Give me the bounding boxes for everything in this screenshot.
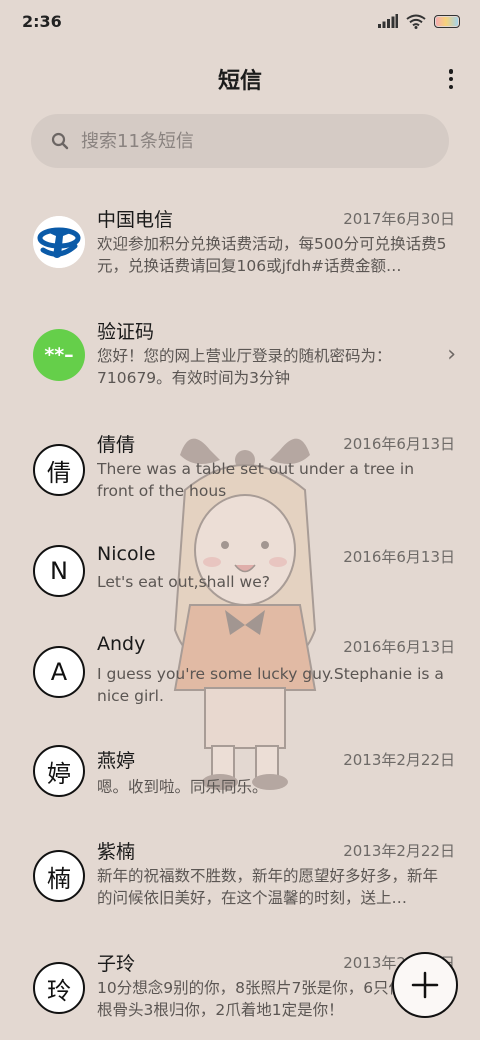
verification-code-avatar: **–: [33, 329, 85, 381]
signal-icon: [378, 14, 398, 28]
message-sender: Andy: [97, 633, 146, 655]
status-time: 2:36: [22, 11, 62, 31]
message-sender: 中国电信: [97, 209, 174, 231]
status-icons: [378, 14, 460, 29]
message-preview: 您好！您的网上营业厅登录的随机密码为：710679。有效时间为3分钟: [97, 347, 392, 387]
avatar: 婷: [33, 745, 85, 797]
wifi-icon: [406, 14, 426, 29]
new-message-button[interactable]: [392, 952, 458, 1018]
message-sender: 倩倩: [97, 434, 136, 456]
message-item[interactable]: A Andy 2016年6月13日 I guess you're some lu…: [0, 618, 480, 730]
message-date: 2013年2月22日: [343, 842, 455, 860]
message-sender: Nicole: [97, 543, 156, 565]
message-item[interactable]: **– 验证码 › 您好！您的网上营业厅登录的随机密码为：710679。有效时间…: [0, 302, 480, 414]
china-telecom-logo-icon: [33, 216, 85, 268]
message-date: 2017年6月30日: [343, 210, 455, 228]
message-item[interactable]: 倩 倩倩 2016年6月13日 There was a table set ou…: [0, 415, 480, 527]
message-preview: 新年的祝福数不胜数，新年的愿望好多好多，新年的问候依旧美好，在这个温馨的时刻，送…: [97, 867, 439, 907]
page-title: 短信: [217, 69, 262, 94]
message-preview: I guess you're some lucky guy.Stephanie …: [97, 665, 444, 705]
message-sender: 验证码: [97, 321, 155, 343]
more-options-button[interactable]: [444, 66, 458, 92]
message-item[interactable]: 中国电信 2017年6月30日 欢迎参加积分兑换话费活动，每500分可兑换话费5…: [0, 190, 480, 302]
message-date: 2016年6月13日: [343, 638, 455, 656]
search-icon: [51, 132, 69, 150]
message-preview: Let's eat out,shall we?: [97, 573, 270, 591]
status-bar: 2:36: [0, 0, 480, 42]
message-sender: 燕婷: [97, 750, 136, 772]
message-sender: 子玲: [97, 953, 136, 975]
plus-icon: [411, 971, 439, 999]
message-sender: 紫楠: [97, 841, 136, 863]
message-preview: There was a table set out under a tree i…: [97, 460, 415, 500]
search-bar[interactable]: [31, 114, 449, 168]
message-preview: 嗯。收到啦。同乐同乐。: [97, 778, 268, 796]
app-header: 短信: [0, 52, 480, 106]
more-vertical-icon: [448, 69, 454, 74]
message-preview: 欢迎参加积分兑换话费活动，每500分可兑换话费5元，兑换话费请回复106或jfd…: [97, 235, 447, 275]
search-input[interactable]: [81, 130, 401, 152]
message-item[interactable]: 楠 紫楠 2013年2月22日 新年的祝福数不胜数，新年的愿望好多好多，新年的问…: [0, 822, 480, 934]
avatar: A: [33, 646, 85, 698]
message-date: 2016年6月13日: [343, 548, 455, 566]
avatar: N: [33, 545, 85, 597]
battery-icon: [434, 14, 460, 28]
avatar: 楠: [33, 850, 85, 902]
avatar: 玲: [33, 962, 85, 1014]
message-date: 2016年6月13日: [343, 435, 455, 453]
avatar: 倩: [33, 444, 85, 496]
message-date: 2013年2月22日: [343, 751, 455, 769]
